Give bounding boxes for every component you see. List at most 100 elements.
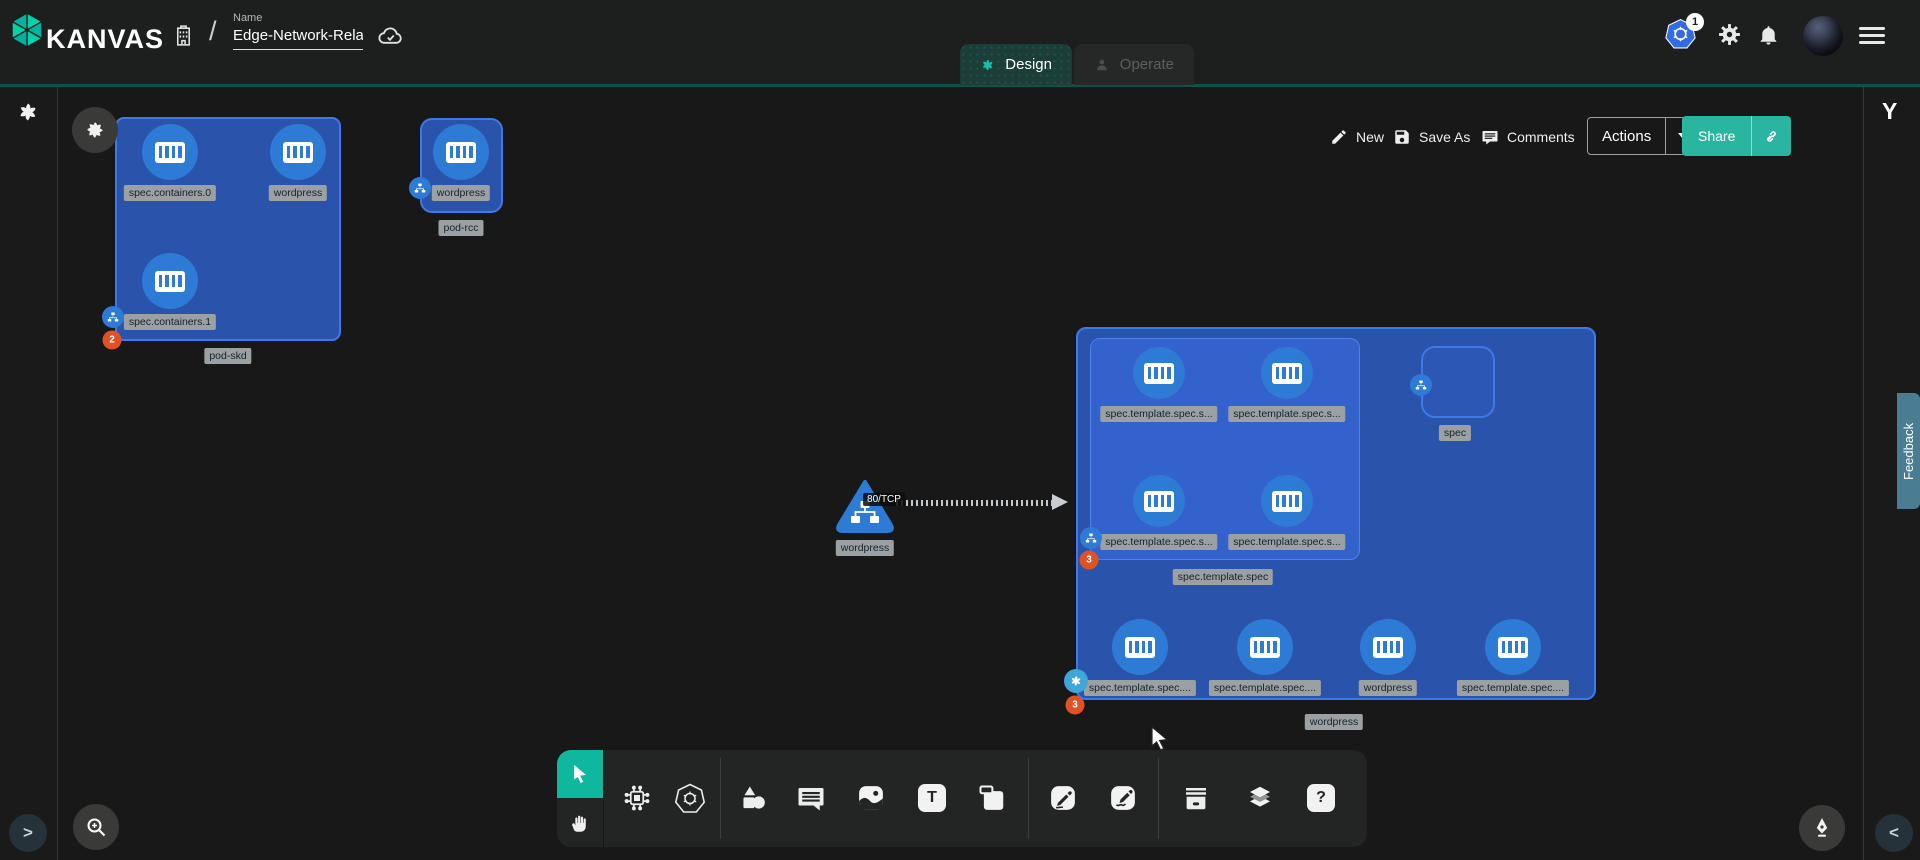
container-node[interactable] [270, 124, 326, 180]
container-icon [1373, 637, 1403, 658]
new-label: New [1356, 129, 1384, 145]
meshery-spiral-icon[interactable] [16, 100, 40, 129]
copy-link-icon[interactable] [1752, 127, 1791, 146]
pencil-icon [1330, 128, 1348, 146]
toolbar-divider [720, 758, 721, 839]
container-icon [155, 142, 185, 163]
layers-icon [1245, 783, 1275, 813]
error-count-badge[interactable]: 3 [1066, 696, 1085, 715]
container-icon [155, 271, 185, 292]
edge-arrowhead [1052, 494, 1068, 510]
container-icon [446, 142, 476, 163]
tool-freehand[interactable] [1107, 782, 1139, 814]
feedback-tab[interactable]: Feedback [1897, 393, 1920, 509]
pen-tool-button[interactable] [1799, 805, 1845, 851]
node-label: spec.containers.0 [124, 185, 216, 201]
tool-comment[interactable] [795, 782, 827, 814]
brand-wordmark: KANVAS [46, 24, 164, 55]
group-spec[interactable] [1421, 346, 1495, 418]
container-icon [1272, 491, 1302, 512]
pen-path-icon [1048, 783, 1078, 813]
container-icon [1498, 637, 1528, 658]
tool-draw-edge[interactable] [1047, 782, 1079, 814]
canvas-settings-flower-button[interactable] [72, 107, 118, 153]
container-node[interactable] [1112, 619, 1168, 675]
pod-type-badge [409, 177, 431, 199]
pencil-scribble-icon [1108, 783, 1138, 813]
mouse-cursor [1150, 726, 1172, 755]
container-node[interactable] [433, 124, 489, 180]
comments-label: Comments [1507, 129, 1575, 145]
tool-layers[interactable] [1244, 782, 1276, 814]
design-name-field: Name [233, 12, 363, 50]
container-node[interactable] [142, 124, 198, 180]
operate-person-icon [1094, 55, 1110, 75]
tool-archive-drawer[interactable] [1180, 782, 1212, 814]
expand-left-panel-button[interactable]: > [9, 814, 47, 852]
kubernetes-helm-icon [674, 783, 706, 814]
container-node[interactable] [1261, 347, 1313, 399]
tool-note[interactable] [976, 782, 1008, 814]
deployment-type-badge [1064, 669, 1088, 693]
error-count-badge[interactable]: 2 [103, 331, 122, 350]
container-node[interactable] [1133, 475, 1185, 527]
container-node[interactable] [1237, 619, 1293, 675]
tool-pan-hand[interactable] [557, 798, 603, 847]
container-node[interactable] [1261, 475, 1313, 527]
kanvas-logo-icon[interactable] [12, 13, 42, 52]
container-icon [1125, 637, 1155, 658]
container-node[interactable] [1485, 619, 1541, 675]
container-node[interactable] [142, 253, 198, 309]
group-label: spec [1439, 425, 1471, 441]
comments-button[interactable]: Comments [1481, 124, 1575, 150]
design-name-input[interactable] [233, 27, 363, 50]
tab-operate-label: Operate [1120, 56, 1174, 73]
node-label: wordpress [432, 185, 490, 201]
notifications-bell-icon[interactable] [1757, 23, 1780, 52]
tool-kubernetes[interactable] [674, 782, 706, 814]
container-node[interactable] [1133, 347, 1185, 399]
share-label: Share [1682, 128, 1751, 144]
magnifier-plus-icon [84, 815, 108, 839]
tab-design[interactable]: Design [960, 44, 1072, 85]
group-label: spec.template.spec [1173, 569, 1273, 585]
share-button[interactable]: Share [1682, 116, 1791, 156]
tab-operate[interactable]: Operate [1074, 44, 1194, 85]
toolbar-divider [1158, 758, 1159, 839]
left-dock: > [0, 87, 58, 860]
service-node[interactable] [834, 479, 896, 540]
text-tool-icon: T [918, 784, 946, 812]
error-count-badge[interactable]: 3 [1080, 551, 1099, 570]
container-icon [283, 142, 313, 163]
bottom-toolbar: T [557, 750, 1367, 847]
user-avatar[interactable] [1803, 16, 1843, 56]
workspace-building-icon[interactable] [171, 22, 196, 54]
container-icon [1144, 363, 1174, 384]
image-icon [856, 783, 886, 813]
expand-right-panel-button[interactable]: < [1875, 814, 1913, 852]
tool-help[interactable]: ? [1305, 782, 1337, 814]
menu-hamburger-icon[interactable] [1859, 27, 1885, 44]
container-node[interactable] [1360, 619, 1416, 675]
breadcrumb-slash: / [209, 16, 217, 47]
tool-components[interactable] [621, 782, 653, 814]
save-as-button[interactable]: Save As [1393, 124, 1470, 150]
kubernetes-count-badge[interactable]: 1 [1686, 13, 1704, 31]
settings-gear-icon[interactable] [1717, 22, 1742, 52]
service-edge[interactable] [896, 500, 1054, 506]
tool-select-cursor[interactable] [557, 750, 603, 798]
extension-y-icon[interactable]: Y [1882, 98, 1897, 125]
pod-type-badge [1410, 374, 1432, 396]
tool-text[interactable]: T [916, 782, 948, 814]
design-name-label: Name [233, 12, 363, 24]
toolbar-divider [603, 750, 604, 847]
tool-image[interactable] [855, 782, 887, 814]
shapes-icon [739, 784, 767, 812]
design-spiral-icon [980, 55, 995, 75]
tool-shapes[interactable] [737, 782, 769, 814]
group-spec-template-spec[interactable] [1090, 338, 1360, 560]
new-button[interactable]: New [1330, 124, 1384, 150]
zoom-search-button[interactable] [73, 804, 119, 850]
container-icon [1144, 491, 1174, 512]
pod-type-badge [1080, 527, 1102, 549]
